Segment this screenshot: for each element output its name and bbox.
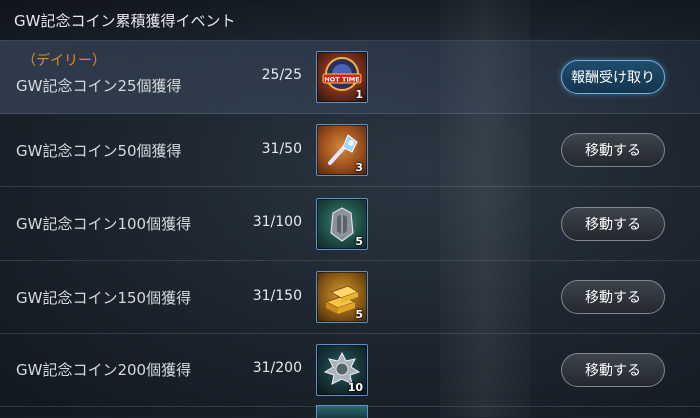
- reward-title: GW記念コイン100個獲得: [16, 215, 192, 233]
- reward-progress: 31/150: [252, 288, 302, 304]
- reward-row: GW記念コイン100個獲得 31/100 5 移動する: [0, 187, 700, 261]
- reward-progress: 31/200: [252, 360, 302, 376]
- claim-reward-button[interactable]: 報酬受け取り: [561, 60, 665, 94]
- reward-row: GW記念コイン50個獲得 31/50 3 移動する: [0, 113, 700, 187]
- reward-title: GW記念コイン50個獲得: [16, 142, 182, 160]
- reward-item-slot[interactable]: 10: [316, 344, 368, 396]
- reward-item-slot[interactable]: 3: [316, 124, 368, 176]
- reward-title: GW記念コイン150個獲得: [16, 289, 192, 307]
- item-count: 3: [355, 161, 363, 174]
- reward-item-slot[interactable]: HOT TIME 1: [316, 51, 368, 103]
- event-header: GW記念コイン累積獲得イベント: [0, 0, 700, 41]
- reward-row: （デイリー） GW記念コイン25個獲得 25/25 HOT TIME 1 報酬受…: [0, 40, 700, 114]
- daily-tag: （デイリー）: [22, 53, 106, 69]
- item-count: 1: [355, 88, 363, 101]
- go-to-button[interactable]: 移動する: [561, 280, 665, 314]
- reward-progress: 31/50: [261, 141, 302, 157]
- reward-item-slot[interactable]: 5: [316, 271, 368, 323]
- item-count: 5: [355, 308, 363, 321]
- reward-item-slot[interactable]: 5: [316, 198, 368, 250]
- reward-progress: 25/25: [261, 67, 302, 83]
- go-to-button[interactable]: 移動する: [561, 207, 665, 241]
- reward-row: GW記念コイン200個獲得 31/200 10 移動する: [0, 333, 700, 407]
- reward-item-slot-partial: [316, 405, 368, 418]
- item-count: 5: [355, 235, 363, 248]
- go-to-button[interactable]: 移動する: [561, 133, 665, 167]
- item-count: 10: [347, 381, 363, 394]
- reward-row: GW記念コイン150個獲得 31/150 5 移動する: [0, 260, 700, 334]
- event-title: GW記念コイン累積獲得イベント: [14, 12, 236, 30]
- reward-title: GW記念コイン200個獲得: [16, 361, 192, 379]
- go-to-button[interactable]: 移動する: [561, 353, 665, 387]
- reward-progress: 31/100: [252, 214, 302, 230]
- reward-title: GW記念コイン25個獲得: [16, 77, 182, 95]
- svg-text:HOT TIME: HOT TIME: [324, 76, 359, 84]
